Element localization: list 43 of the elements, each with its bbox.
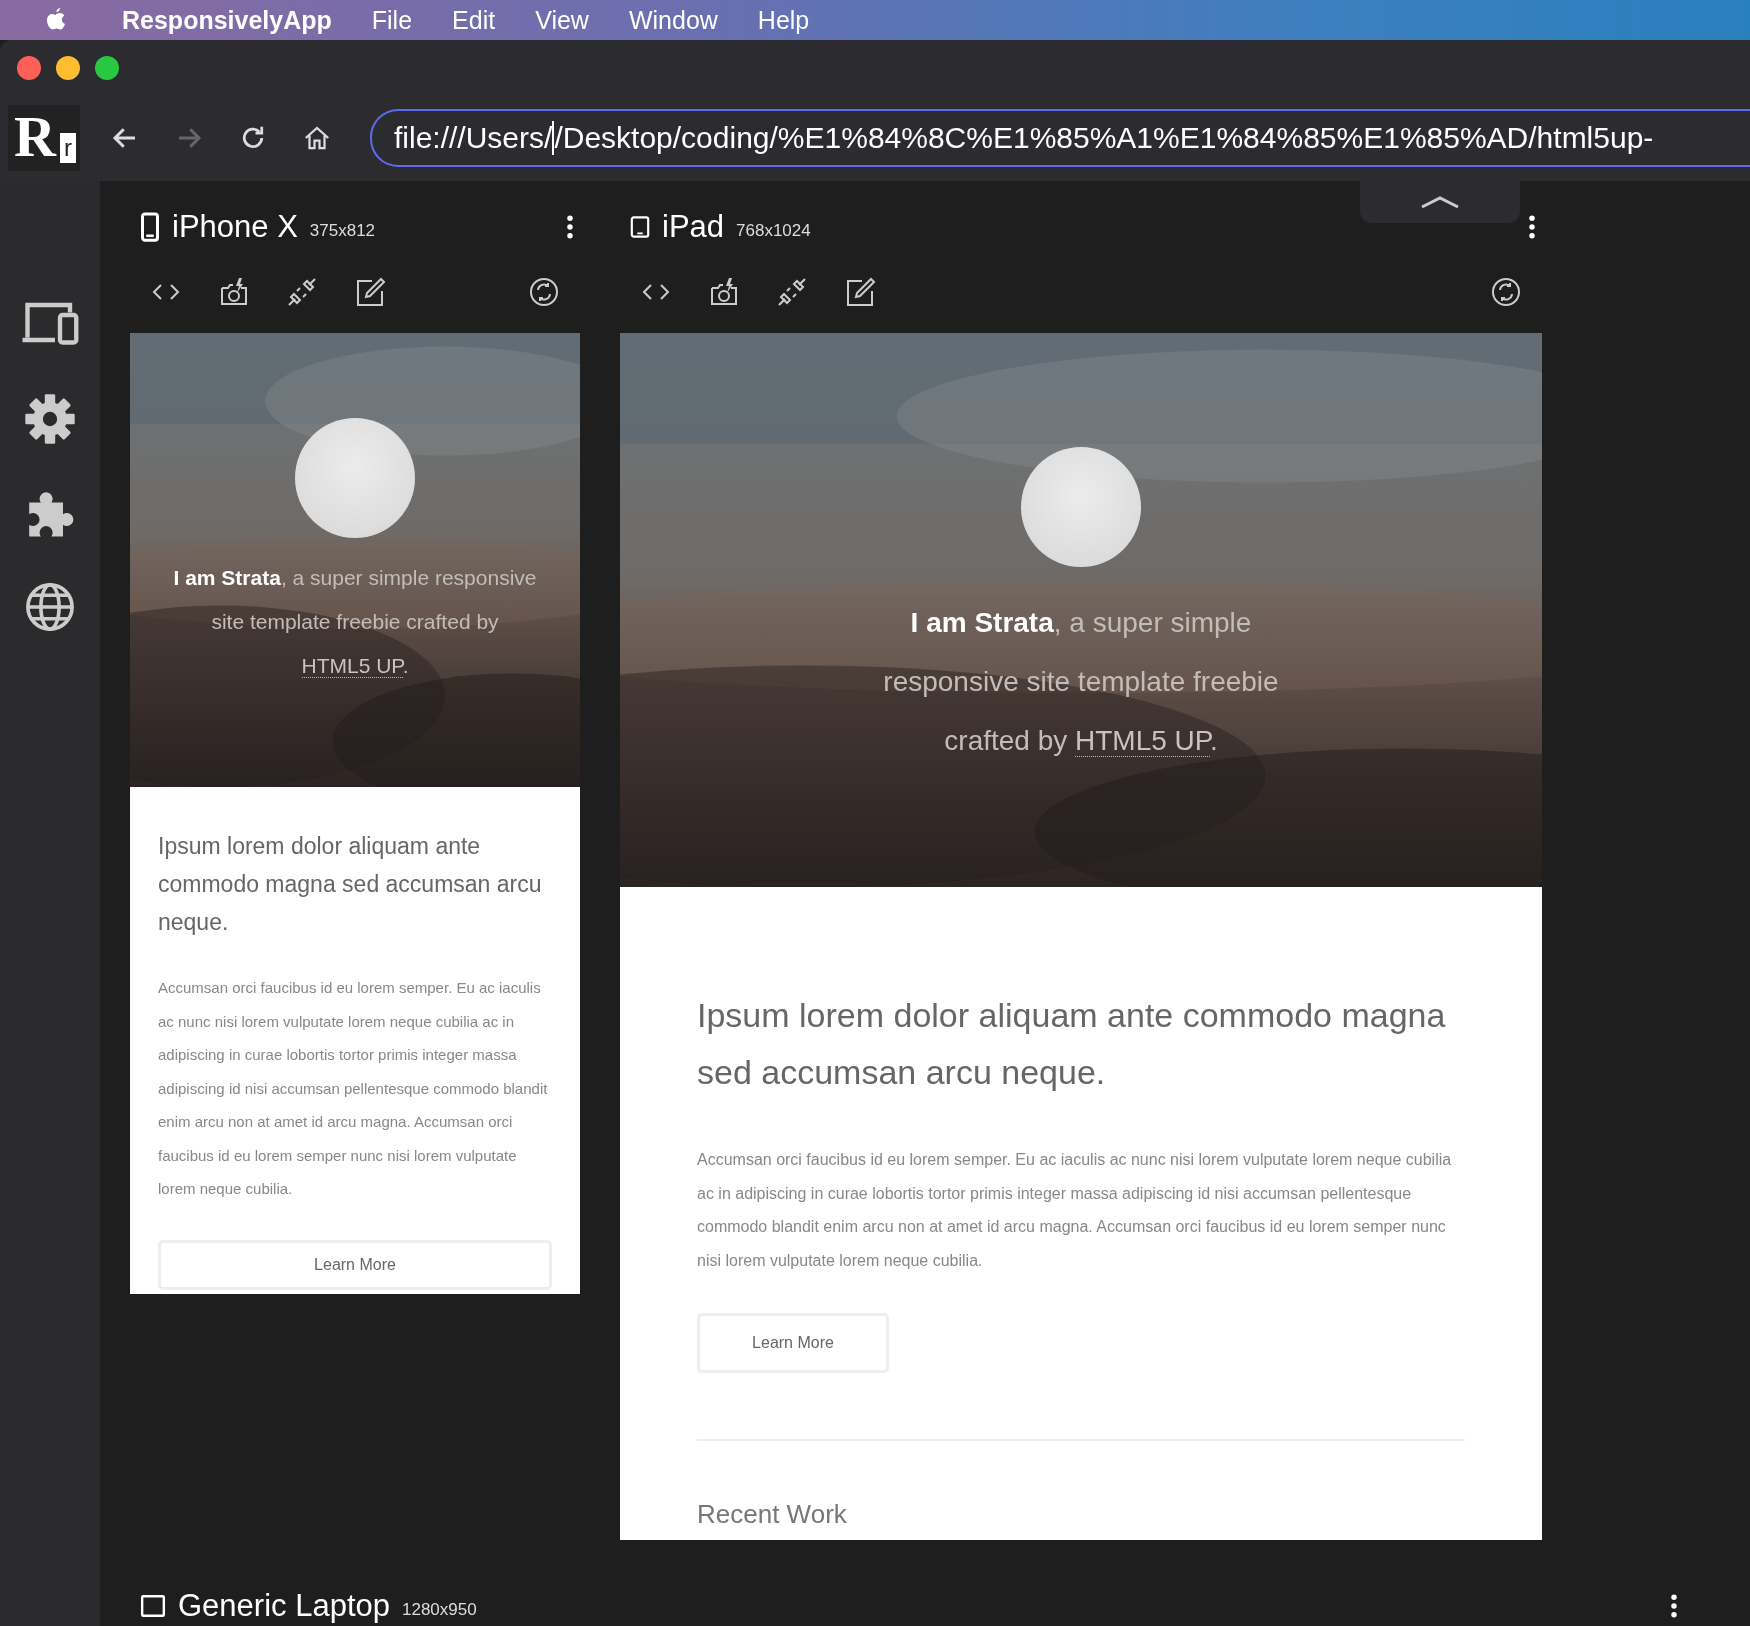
app-name-menu[interactable]: ResponsivelyApp <box>122 5 332 35</box>
plug-icon[interactable] <box>776 276 808 308</box>
html5up-link[interactable]: HTML5 UP <box>301 654 403 678</box>
edit-icon[interactable] <box>354 276 386 308</box>
text-cursor <box>552 121 555 155</box>
more-options-icon[interactable] <box>566 215 574 239</box>
device-name: Generic Laptop <box>178 1588 390 1624</box>
edit-icon[interactable] <box>844 276 876 308</box>
rotate-icon[interactable] <box>1490 276 1522 308</box>
camera-icon[interactable] <box>218 276 250 308</box>
body-text: Accumsan orci faucibus id eu lorem semper. Eu ac iaculis ac nunc nisi lorem vulputate lorem neque cubilia ac in adipiscing in curae lobortis tortor primis integer massa adipiscing id nisi accumsan pellentesque commodo blandit enim arcu non at amet id arcu magna. Accumsan orci faucibus id eu lorem semper nunc nisi lorem vulputate lorem neque cubilia. <box>697 1150 1453 1271</box>
rotate-icon[interactable] <box>528 276 560 308</box>
learn-more-button[interactable]: Learn More <box>697 1313 889 1373</box>
menu-item[interactable]: Edit <box>452 5 496 35</box>
camera-icon[interactable] <box>708 276 740 308</box>
body-text: Accumsan orci faucibus id eu lorem semper. Eu ac iaculis ac nunc nisi lorem vulputate lorem neque cubilia ac in adipiscing in curae lobortis tortor primis integer massa adipiscing id nisi accumsan pellentesque commodo blandit enim arcu non at amet id arcu magna. Accumsan orci faucibus id eu lorem semper nunc nisi lorem vulputate lorem neque cubilia. <box>158 978 549 1199</box>
logo-letter: r <box>60 133 76 163</box>
chevron-up-icon <box>1420 195 1460 209</box>
more-options-icon[interactable] <box>1528 215 1536 239</box>
logo-letter: R <box>14 107 56 167</box>
device-name: iPad <box>662 209 725 245</box>
section-title: Recent Work <box>697 1499 848 1530</box>
address-field[interactable]: file:///Users//Desktop/coding/%E1%84%8C%E1%85%A1%E1%84%85%E1%85%AD/html5up- <box>370 109 1750 167</box>
menu-item[interactable]: View <box>535 5 589 35</box>
plug-icon[interactable] <box>286 276 318 308</box>
menu-item[interactable]: Help <box>757 5 810 35</box>
device-resolution: 768x1024 <box>736 221 811 241</box>
more-options-icon[interactable] <box>1670 1594 1678 1618</box>
zoom-button[interactable] <box>95 55 119 80</box>
phone-icon <box>140 212 160 242</box>
menu-item[interactable]: Window <box>628 5 718 35</box>
close-button[interactable] <box>17 55 41 80</box>
learn-more-button[interactable]: Learn More <box>158 1239 552 1290</box>
hero-text: I am Strata, a super simple responsive site template freebie crafted by HTML5 UP. <box>172 565 538 680</box>
hero-text: I am Strata, a super simple responsive site template freebie crafted by HTML5 UP. <box>882 606 1280 759</box>
section-heading: Ipsum lorem dolor aliquam ante commodo magna sed accumsan arcu neque. <box>697 995 1447 1093</box>
menu-item[interactable]: File <box>371 5 413 35</box>
minimize-button[interactable] <box>56 55 80 80</box>
device-resolution: 375x812 <box>309 221 376 241</box>
section-heading: Ipsum lorem dolor aliquam ante commodo magna sed accumsan arcu neque. <box>158 832 543 937</box>
device-name: iPhone X <box>172 209 298 245</box>
device-resolution: 1280x950 <box>402 1600 477 1620</box>
html5up-link[interactable]: HTML5 UP <box>1075 725 1210 757</box>
